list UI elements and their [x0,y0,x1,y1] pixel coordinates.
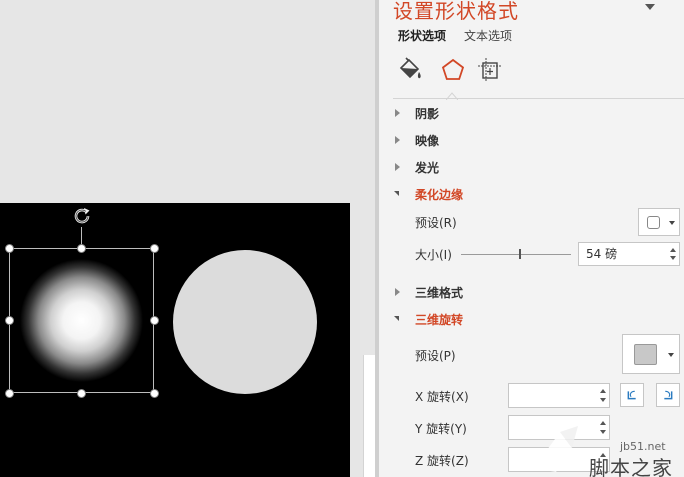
spin-down-icon[interactable] [670,256,676,260]
resize-handle-bottom-right[interactable] [150,389,159,398]
resize-handle-bottom[interactable] [77,389,86,398]
x-rotate-right-button[interactable] [656,383,680,407]
collapse-caret-icon [393,189,403,199]
section-3d-format[interactable]: 三维格式 [393,283,463,301]
z-rotation-label: Z 旋转(Z) [415,454,469,468]
chevron-down-icon [669,221,675,225]
pane-options-arrow-icon[interactable] [645,4,655,10]
section-label: 阴影 [415,106,440,121]
slider-thumb[interactable] [519,249,521,259]
rotate-right-icon [664,390,673,400]
resize-handle-top-right[interactable] [150,244,159,253]
expand-caret-icon [393,108,403,118]
section-label: 映像 [415,133,440,148]
x-rotation-label: X 旋转(X) [415,390,469,404]
section-soft-edges[interactable]: 柔化边缘 [393,185,463,203]
expand-caret-icon [393,162,403,172]
section-label: 三维旋转 [415,312,464,327]
effects-pentagon-icon[interactable] [439,56,467,84]
soft-edges-size-label: 大小(I) [415,248,452,262]
spin-down-icon[interactable] [600,398,606,402]
y-rotation-label: Y 旋转(Y) [415,422,467,436]
section-reflection[interactable]: 映像 [393,131,439,149]
spin-up-icon[interactable] [670,248,676,252]
size-value: 54 磅 [586,247,618,261]
section-shadow[interactable]: 阴影 [393,104,439,122]
soft-edges-size-slider[interactable] [461,254,571,255]
resize-handle-top-left[interactable] [5,244,14,253]
soft-edges-size-input[interactable]: 54 磅 [578,242,680,266]
spin-up-icon[interactable] [600,389,606,393]
resize-handle-right[interactable] [150,316,159,325]
gray-circle-shape[interactable] [173,250,317,394]
pane-separator [393,98,684,99]
expand-caret-icon [393,287,403,297]
x-rotation-input[interactable] [508,383,610,408]
x-rotate-left-button[interactable] [620,383,644,407]
fill-line-icon[interactable] [396,56,424,84]
format-shape-pane: 设置形状格式 形状选项 文本选项 阴影 映像 发光 柔化边缘 预设(R) 大小(… [379,0,684,477]
canvas-vertical-scrollbar[interactable] [363,355,375,477]
preset-swatch-icon [647,216,660,229]
watermark: jb51.net 脚本之家 [526,418,684,477]
rotate-handle-icon[interactable] [71,205,93,227]
watermark-text: 脚本之家 [589,456,673,477]
collapse-caret-icon [393,314,403,324]
section-label: 柔化边缘 [415,187,464,202]
rotation-preset-dropdown[interactable] [622,334,680,374]
resize-handle-top[interactable] [77,244,86,253]
slide-canvas-area [0,0,375,477]
resize-handle-bottom-left[interactable] [5,389,14,398]
soft-edges-preset-label: 预设(R) [415,216,457,230]
size-properties-icon[interactable] [476,56,504,84]
resize-handle-left[interactable] [5,316,14,325]
section-label: 发光 [415,160,440,175]
expand-caret-icon [393,135,403,145]
section-glow[interactable]: 发光 [393,158,439,176]
chevron-down-icon [668,353,674,357]
slide[interactable] [0,203,350,477]
pane-title: 设置形状格式 [393,0,519,23]
selection-box [9,248,154,393]
rotation-preset-label: 预设(P) [415,349,456,363]
tab-text-options[interactable]: 文本选项 [464,27,512,44]
section-label: 三维格式 [415,285,464,300]
section-3d-rotation[interactable]: 三维旋转 [393,310,463,328]
soft-edges-preset-dropdown[interactable] [638,208,680,236]
tab-shape-options[interactable]: 形状选项 [398,27,446,44]
preset-swatch-icon [634,344,657,365]
rotate-left-icon [627,390,636,400]
